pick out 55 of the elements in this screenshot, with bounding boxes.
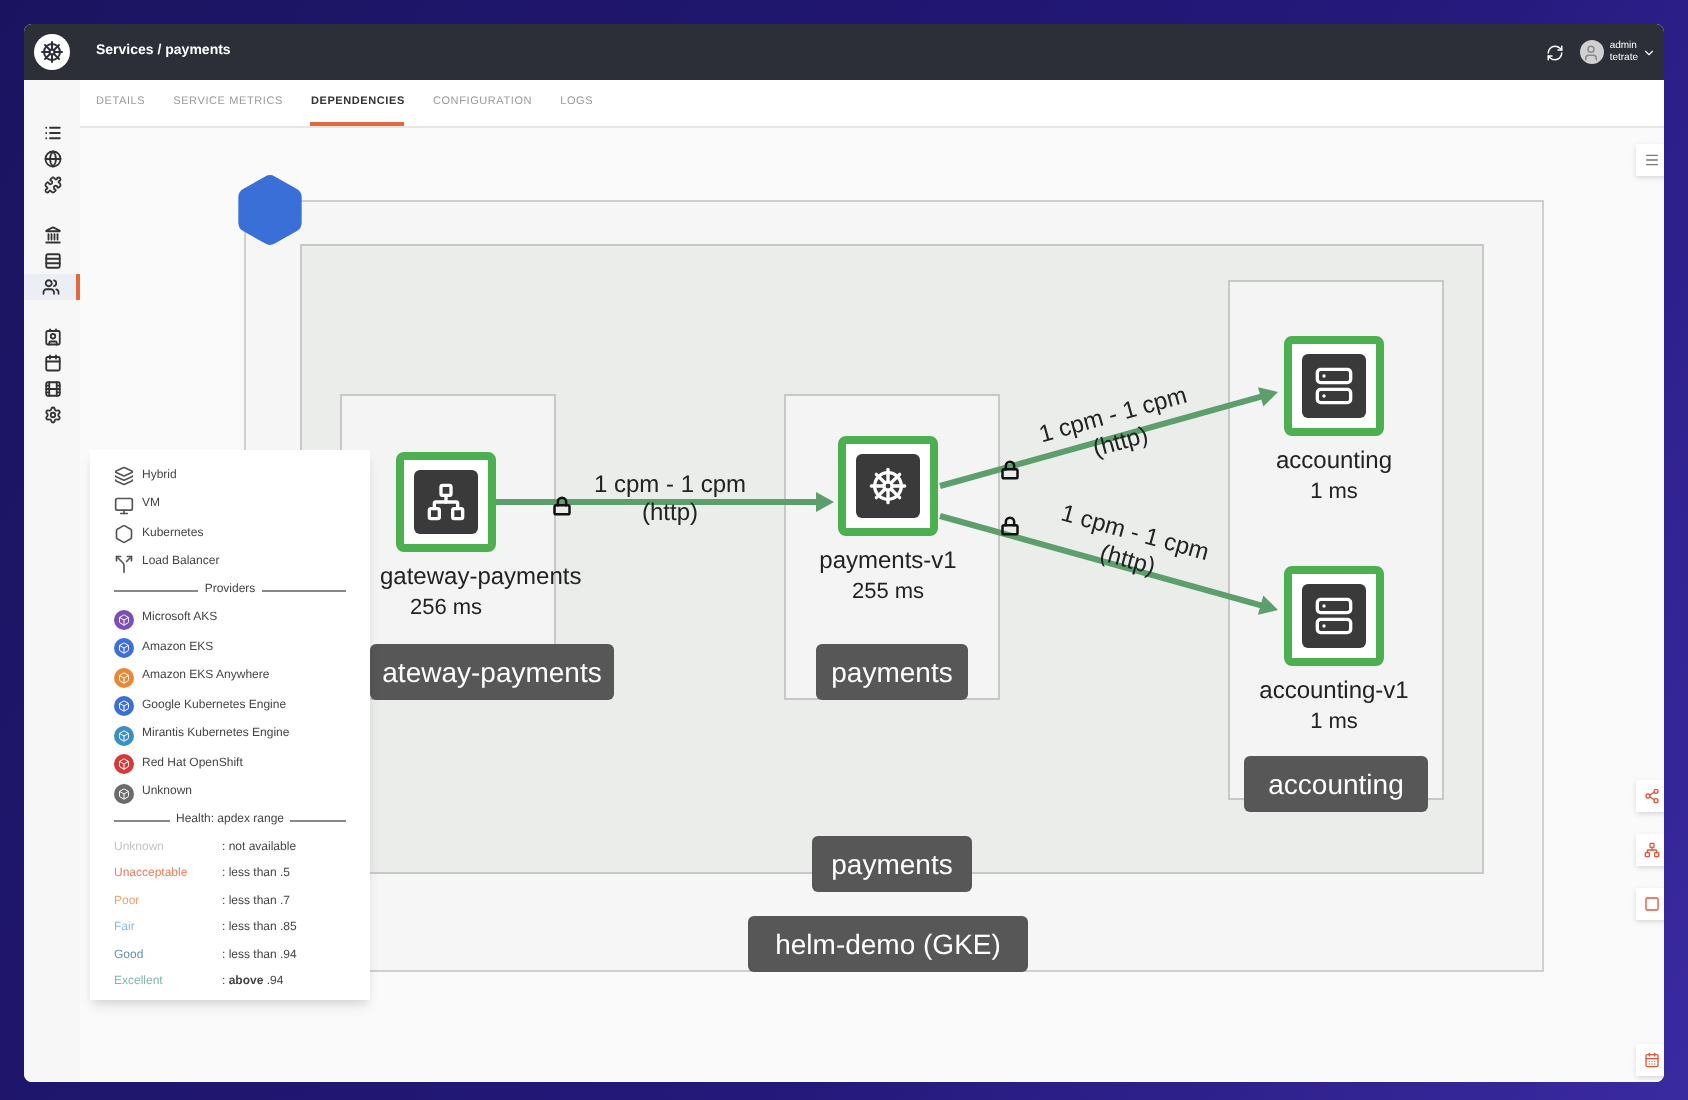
node-name: accounting-v1 [1257, 674, 1411, 708]
lock-icon [1000, 460, 1020, 480]
layout-button[interactable] [1636, 780, 1664, 812]
calendar-button[interactable] [1636, 1044, 1664, 1076]
rail-item[interactable] [24, 274, 80, 300]
settings-icon[interactable] [43, 406, 61, 424]
fork-icon [114, 553, 134, 573]
lock-icon [552, 496, 572, 516]
node-latency: 1 ms [1308, 478, 1360, 508]
rows-icon[interactable] [43, 252, 61, 270]
service-label: payments [816, 644, 968, 700]
menu-button[interactable] [1636, 144, 1664, 176]
node-latency: 255 ms [849, 578, 927, 608]
edge-rate: 1 cpm - 1 cpm [593, 470, 747, 498]
refresh-icon[interactable] [1545, 43, 1564, 61]
cluster-label: helm-demo (GKE) [748, 916, 1028, 972]
puzzle-icon[interactable] [43, 176, 61, 194]
network-icon[interactable] [1644, 842, 1660, 858]
network-icon [426, 482, 466, 522]
wheel-icon [868, 466, 908, 506]
node-name: gateway-payments [380, 560, 582, 594]
layers-icon [114, 466, 134, 486]
lock-icon [1000, 516, 1020, 536]
node-name: payments-v1 [817, 544, 959, 578]
contact-card-icon[interactable] [43, 328, 61, 346]
group-button[interactable] [1636, 834, 1664, 866]
edge-protocol: (http) [642, 498, 698, 526]
server-icon [1314, 596, 1354, 636]
service-label: accounting [1244, 756, 1428, 812]
service-node[interactable] [1284, 566, 1384, 666]
namespace-label: payments [812, 836, 972, 892]
monitor-icon [114, 495, 134, 515]
service-node[interactable] [1284, 336, 1384, 436]
server-icon [1314, 366, 1354, 406]
globe-icon[interactable] [43, 150, 61, 168]
hexagon-icon [114, 524, 134, 544]
bank-icon[interactable] [43, 226, 61, 244]
calendar-icon[interactable] [43, 354, 61, 372]
menu-icon[interactable] [1644, 152, 1660, 168]
users-icon[interactable] [41, 278, 59, 296]
list-icon[interactable] [43, 124, 61, 142]
cluster-icon [232, 172, 308, 248]
node-latency: 256 ms [407, 594, 485, 624]
service-label: ateway-payments [370, 644, 614, 700]
node-name: accounting [1273, 444, 1395, 478]
avatar-icon[interactable] [1579, 40, 1604, 64]
fit-button[interactable] [1636, 888, 1664, 920]
caret-icon[interactable] [1642, 45, 1656, 59]
film-icon[interactable] [43, 380, 61, 398]
share-icon[interactable] [1644, 788, 1660, 804]
service-node[interactable] [838, 436, 938, 536]
square-icon[interactable] [1644, 896, 1660, 912]
service-node[interactable] [396, 452, 496, 552]
logo[interactable] [34, 34, 70, 70]
node-latency: 1 ms [1308, 708, 1360, 738]
